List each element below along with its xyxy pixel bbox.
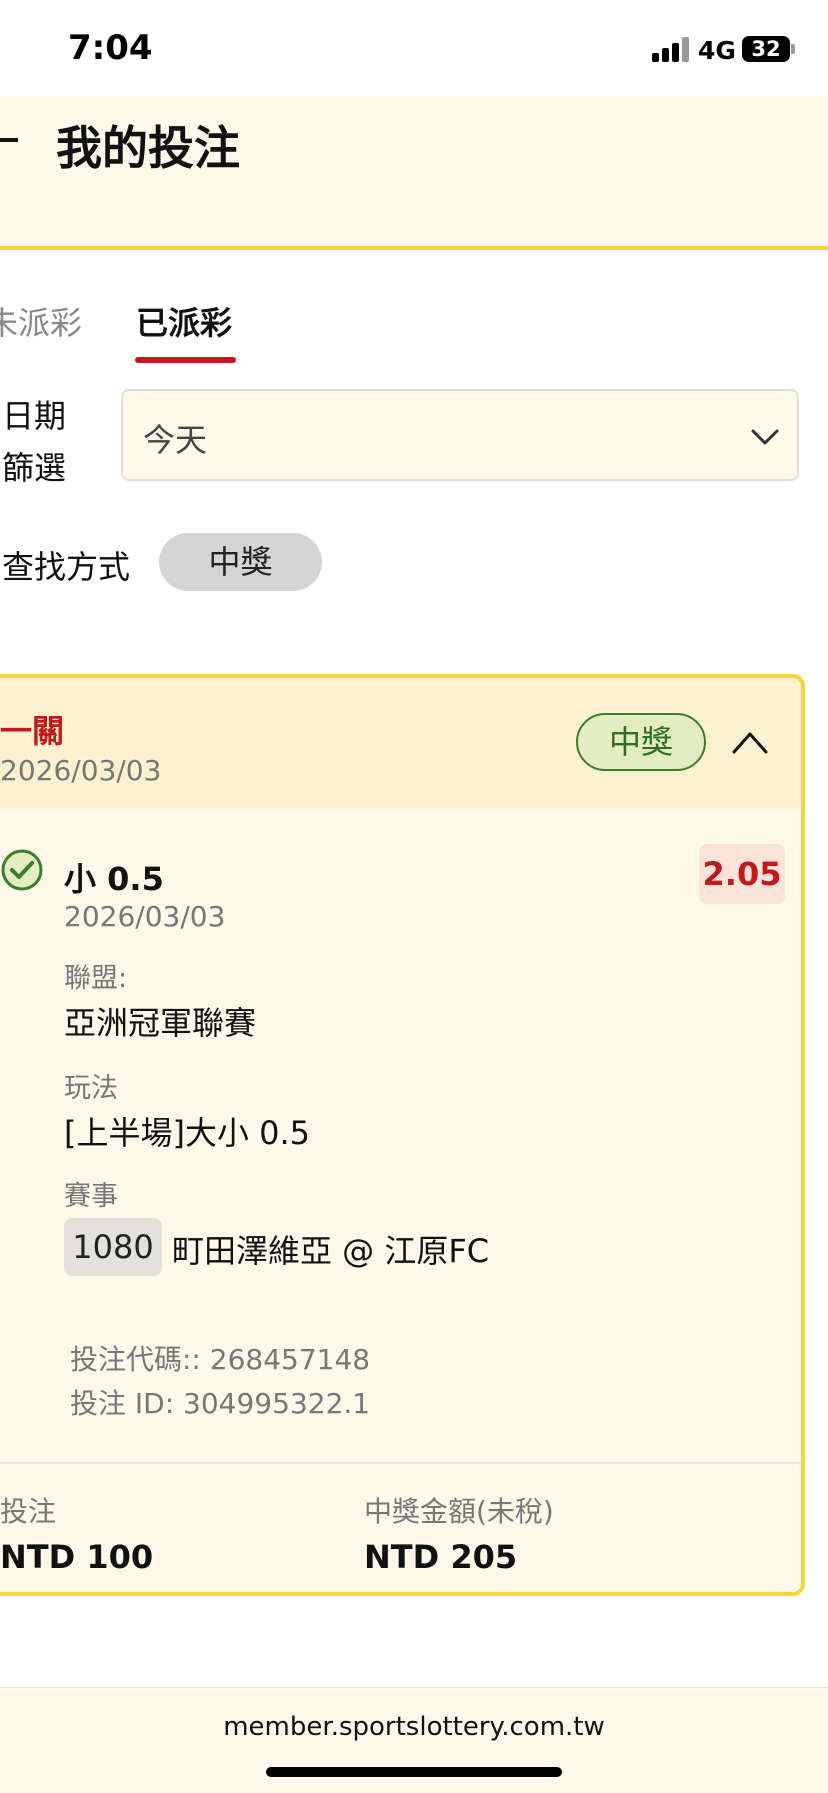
bet-code: 投注代碼:: 268457148 xyxy=(70,1343,371,1376)
status-time: 7:04 xyxy=(68,28,153,68)
selection: 小 0.5 xyxy=(64,860,164,898)
bet-date: 2026/03/03 xyxy=(0,754,162,787)
battery-level: 32 xyxy=(751,37,781,61)
payout-value: NTD 205 xyxy=(364,1538,518,1576)
stake-value: NTD 100 xyxy=(0,1538,154,1576)
selection-date: 2026/03/03 xyxy=(64,900,226,933)
search-method-label: 查找方式 xyxy=(2,548,131,586)
result-badge: 中獎 xyxy=(576,713,706,771)
date-filter-label: 日期篩選 xyxy=(2,397,67,487)
bet-id: 投注 ID: 304995322.1 xyxy=(70,1387,371,1420)
active-tab-indicator xyxy=(135,357,236,363)
match-number-badge: 1080 xyxy=(64,1218,162,1276)
page-title: 我的投注 xyxy=(56,121,240,175)
chevron-up-icon[interactable] xyxy=(730,728,770,756)
win-filter-chip[interactable]: 中獎 xyxy=(159,533,322,591)
tab-settled[interactable]: 已派彩 xyxy=(136,298,232,344)
play-label: 玩法 xyxy=(64,1073,118,1104)
date-select[interactable]: 今天 xyxy=(121,389,799,481)
league-label: 聯盟: xyxy=(64,963,128,994)
stake-label: 投注 xyxy=(0,1495,57,1528)
odds-badge: 2.05 xyxy=(699,844,785,904)
league-value: 亞洲冠軍聯賽 xyxy=(64,1004,257,1042)
chevron-down-icon xyxy=(751,429,779,445)
bet-card: 一關 2026/03/03 中獎 小 0.5 2026/03/03 2.05 聯… xyxy=(0,674,805,1596)
divider xyxy=(0,1462,801,1464)
home-indicator[interactable] xyxy=(266,1767,562,1777)
date-select-value: 今天 xyxy=(143,421,208,459)
check-circle-icon xyxy=(1,849,43,891)
url-domain[interactable]: member.sportslottery.com.tw xyxy=(0,1712,828,1742)
play-value: [上半場]大小 0.5 xyxy=(64,1114,311,1152)
battery-cap xyxy=(791,44,795,54)
battery-icon: 32 xyxy=(742,36,790,62)
match-name: 町田澤維亞 @ 江原FC xyxy=(172,1232,490,1270)
bet-type: 一關 xyxy=(0,712,65,750)
payout-label: 中獎金額(未稅) xyxy=(364,1495,554,1528)
network-label: 4G xyxy=(698,36,736,65)
tab-pending[interactable]: 未派彩 xyxy=(0,298,82,344)
signal-icon xyxy=(652,36,690,62)
match-label: 賽事 xyxy=(64,1181,118,1212)
back-icon[interactable] xyxy=(0,138,18,142)
